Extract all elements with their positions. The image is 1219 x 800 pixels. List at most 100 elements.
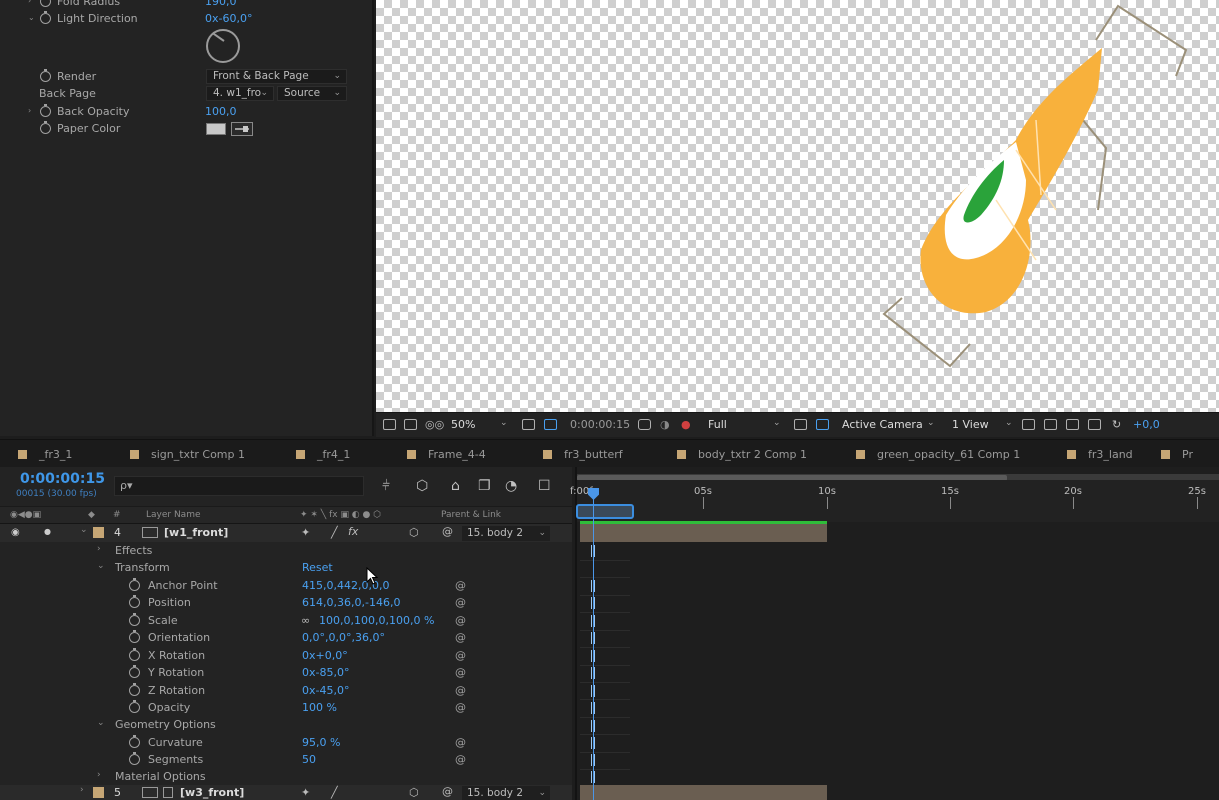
expression-pick-whip-icon[interactable]: @	[455, 753, 466, 766]
layer-duration-bar[interactable]	[580, 785, 827, 800]
resolution-value[interactable]: Full	[708, 418, 727, 431]
prop-value[interactable]: 0,0°,0,0°,36,0°	[302, 631, 385, 644]
composition-viewer[interactable]	[376, 0, 1219, 412]
material-group-row[interactable]: › Material Options	[0, 769, 572, 786]
transparency-grid-icon[interactable]	[816, 419, 829, 430]
zoom-value[interactable]: 50%	[451, 418, 475, 431]
stopwatch-icon[interactable]	[129, 752, 140, 765]
stopwatch-icon[interactable]	[129, 683, 140, 696]
prop-value[interactable]: 0x-60,0°	[205, 12, 252, 25]
stopwatch-icon[interactable]	[40, 104, 51, 117]
composition-mini-flowchart-icon[interactable]: ⫩	[382, 478, 390, 494]
twirl-icon[interactable]: ›	[28, 0, 31, 5]
expression-pick-whip-icon[interactable]: @	[455, 579, 466, 592]
channel-icon[interactable]: ●	[681, 418, 691, 431]
twirl-open-icon[interactable]: ⌄	[28, 13, 35, 22]
layer-duration-bar[interactable]	[580, 524, 827, 542]
expression-pick-whip-icon[interactable]: @	[455, 596, 466, 609]
layer-search-input[interactable]	[114, 476, 364, 496]
back-page-layer-dropdown[interactable]: 4. w1_fro ⌄	[206, 86, 274, 101]
tab-fr3-1[interactable]: _fr3_1	[18, 448, 72, 461]
expression-pick-whip-icon[interactable]: @	[455, 736, 466, 749]
constrain-proportions-icon[interactable]: ∞	[301, 614, 310, 627]
pick-whip-icon[interactable]: @	[442, 525, 453, 538]
stopwatch-icon[interactable]	[40, 121, 51, 134]
stopwatch-icon[interactable]	[129, 613, 140, 626]
tab-pr[interactable]: Pr	[1161, 448, 1193, 461]
prop-value[interactable]: 100,0	[205, 105, 237, 118]
graph-editor-icon[interactable]: ☐	[538, 478, 551, 494]
draft-3d-icon[interactable]: ⬡	[416, 478, 428, 494]
layer-name[interactable]: [w1_front]	[164, 526, 228, 539]
playhead-line[interactable]	[593, 488, 594, 800]
toggle-pixel-aspect-icon[interactable]	[1022, 419, 1035, 430]
time-ruler[interactable]	[577, 480, 1219, 522]
fast-preview-icon[interactable]	[794, 419, 807, 430]
parent-dropdown[interactable]: 15. body 2 ⌄	[462, 786, 550, 800]
viewer-timecode[interactable]: 0:00:00:15	[570, 418, 630, 431]
stopwatch-icon[interactable]	[129, 735, 140, 748]
monitor-icon[interactable]	[404, 419, 417, 430]
stopwatch-icon[interactable]	[129, 648, 140, 661]
back-page-source-dropdown[interactable]: Source ⌄	[277, 86, 347, 101]
expression-pick-whip-icon[interactable]: @	[455, 614, 466, 627]
stopwatch-icon[interactable]	[40, 0, 51, 7]
effects-switch-icon[interactable]: fx	[348, 525, 358, 538]
stopwatch-icon[interactable]	[129, 700, 140, 713]
solo-dot-icon[interactable]: ●	[44, 527, 51, 536]
parent-dropdown[interactable]: 15. body 2 ⌄	[462, 526, 550, 541]
motion-blur-icon[interactable]: ◔	[505, 478, 517, 494]
prop-value[interactable]: 100,0,100,0,100,0 %	[319, 614, 434, 627]
camera-value[interactable]: Active Camera	[842, 418, 923, 431]
shy-switch-icon[interactable]: ✦	[301, 526, 310, 539]
tab-fr4-1[interactable]: _fr4_1	[296, 448, 350, 461]
region-of-interest-icon[interactable]	[544, 419, 557, 430]
stopwatch-icon[interactable]	[129, 578, 140, 591]
layer-label-color[interactable]	[93, 527, 104, 538]
shy-switch-icon[interactable]: ✦	[301, 786, 310, 799]
expression-pick-whip-icon[interactable]: @	[455, 649, 466, 662]
stopwatch-icon[interactable]	[129, 630, 140, 643]
twirl-open-icon[interactable]: ⌄	[80, 525, 88, 535]
layer-row[interactable]: › 5 [w3_front] ✦ ╱ ⬡ @ 15. body 2 ⌄	[0, 785, 572, 800]
work-area-range[interactable]	[576, 504, 634, 519]
camera-icon[interactable]	[638, 419, 651, 430]
twirl-open-icon[interactable]: ⌄	[97, 718, 105, 728]
prop-value[interactable]: 0x-45,0°	[302, 684, 349, 697]
chevron-down-icon[interactable]: ⌄	[1005, 418, 1013, 428]
layer-row[interactable]: ◉ ● ⌄ 4 [w1_front] ✦ ╱ fx ⬡ @ 15. body 2…	[0, 524, 572, 542]
effects-group-row[interactable]: › Effects	[0, 543, 572, 560]
quality-switch-icon[interactable]: ╱	[331, 786, 338, 799]
current-time-display[interactable]: 0:00:00:15	[20, 471, 105, 487]
layer-name[interactable]: [w3_front]	[180, 786, 244, 799]
twirl-icon[interactable]: ›	[28, 106, 31, 115]
shy-layers-icon[interactable]: ⌂	[451, 478, 460, 494]
twirl-open-icon[interactable]: ⌄	[97, 561, 105, 571]
reset-exposure-icon[interactable]: ↻	[1112, 418, 1121, 431]
tab-green-opacity-61-comp-1[interactable]: green_opacity_61 Comp 1	[856, 448, 1020, 461]
angle-dial[interactable]	[206, 29, 240, 63]
chevron-down-icon[interactable]: ⌄	[927, 418, 935, 428]
stopwatch-icon[interactable]	[40, 69, 51, 82]
twirl-icon[interactable]: ›	[97, 770, 101, 780]
reset-link[interactable]: Reset	[302, 561, 333, 574]
stopwatch-icon[interactable]	[40, 11, 51, 24]
layer-label-color[interactable]	[93, 787, 104, 798]
show-snapshot-icon[interactable]: ◑	[660, 418, 670, 431]
geometry-group-row[interactable]: ⌄ Geometry Options	[0, 717, 572, 734]
tab-body-txtr-2-comp-1[interactable]: body_txtr 2 Comp 1	[677, 448, 807, 461]
flowchart-icon[interactable]	[1088, 419, 1101, 430]
prop-value[interactable]: 95,0 %	[302, 736, 340, 749]
grid-icon[interactable]	[522, 419, 535, 430]
prop-value[interactable]: 50	[302, 753, 316, 766]
eyedropper-icon[interactable]	[231, 122, 253, 136]
timeline-icon[interactable]	[1066, 419, 1079, 430]
chevron-down-icon[interactable]: ⌄	[500, 418, 508, 428]
snapshot-region-icon[interactable]	[383, 419, 396, 430]
prop-value[interactable]: 190,0	[205, 0, 237, 8]
twirl-icon[interactable]: ›	[80, 785, 84, 795]
prop-value[interactable]: 100 %	[302, 701, 337, 714]
stopwatch-icon[interactable]	[129, 665, 140, 678]
prop-value[interactable]: 614,0,36,0,-146,0	[302, 596, 400, 609]
prop-value[interactable]: 0x+0,0°	[302, 649, 348, 662]
